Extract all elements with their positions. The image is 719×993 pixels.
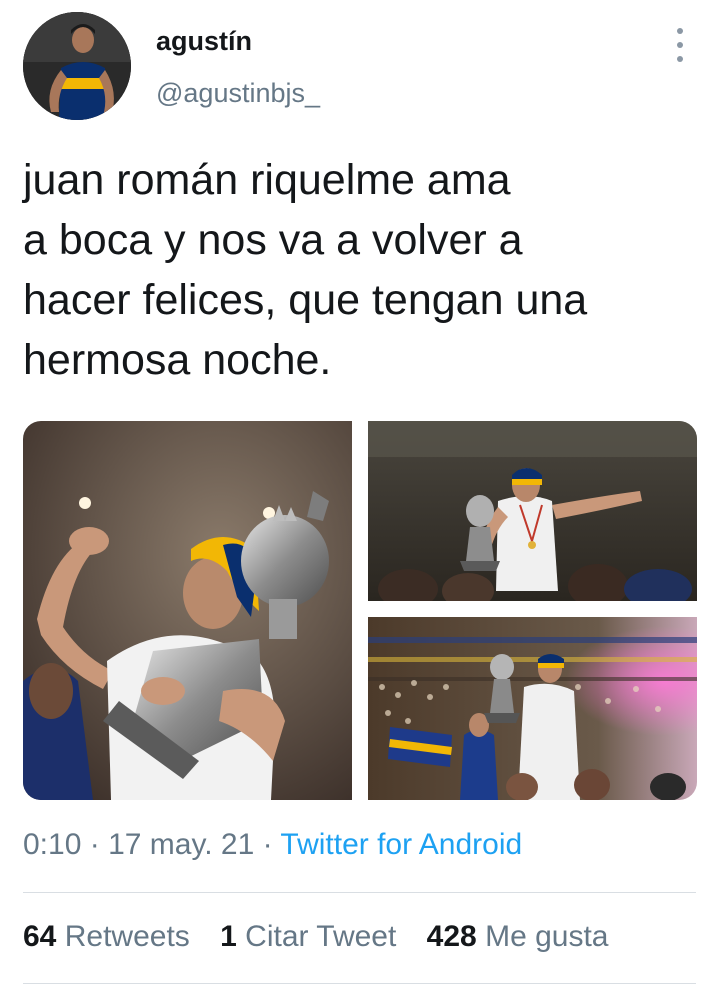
tweet-text-line: hermosa noche. xyxy=(23,336,332,384)
media-photo-trophy-crowd[interactable] xyxy=(368,421,697,601)
likes-label: Me gusta xyxy=(485,920,609,953)
tweet-text: juan román riquelme ama a boca y nos va … xyxy=(23,150,703,390)
tweet-source-link[interactable]: Twitter for Android xyxy=(280,828,522,861)
photo-stadium-celebration-icon xyxy=(368,617,697,800)
tweet-date[interactable]: 17 may. 21 xyxy=(108,828,254,861)
tweet-meta: 0:10 · 17 may. 21 · Twitter for Android xyxy=(23,828,522,862)
quotes-count: 1 xyxy=(220,920,237,953)
divider xyxy=(23,983,696,984)
retweets-count: 64 xyxy=(23,920,57,953)
meta-separator: · xyxy=(89,828,100,861)
tweet-text-line: a boca y nos va a volver a xyxy=(23,216,523,264)
tweet-media-grid xyxy=(23,421,697,800)
quotes-stat[interactable]: 1 Citar Tweet xyxy=(220,920,396,953)
avatar-photo-icon xyxy=(23,12,131,120)
author-display-name[interactable]: agustín xyxy=(156,26,252,57)
retweets-stat[interactable]: 64 Retweets xyxy=(23,920,190,953)
photo-trophy-crowd-icon xyxy=(368,421,697,601)
quotes-label: Citar Tweet xyxy=(245,920,397,953)
media-photo-trophy-closeup[interactable] xyxy=(23,421,352,800)
author-handle[interactable]: @agustinbjs_ xyxy=(156,78,320,109)
retweets-label: Retweets xyxy=(64,920,190,953)
user-avatar[interactable] xyxy=(23,12,131,120)
tweet-text-line: juan román riquelme ama xyxy=(23,156,511,204)
tweet-text-line: hacer felices, que tengan una xyxy=(23,276,588,324)
tweet-time[interactable]: 0:10 xyxy=(23,828,81,861)
more-options-icon[interactable] xyxy=(670,28,690,62)
divider xyxy=(23,892,696,893)
likes-stat[interactable]: 428 Me gusta xyxy=(427,920,609,953)
tweet-stats: 64 Retweets 1 Citar Tweet 428 Me gusta xyxy=(23,920,630,954)
media-photo-stadium-celebration[interactable] xyxy=(368,617,697,800)
photo-trophy-closeup-icon xyxy=(23,421,352,800)
meta-separator: · xyxy=(262,828,273,861)
likes-count: 428 xyxy=(426,920,477,953)
